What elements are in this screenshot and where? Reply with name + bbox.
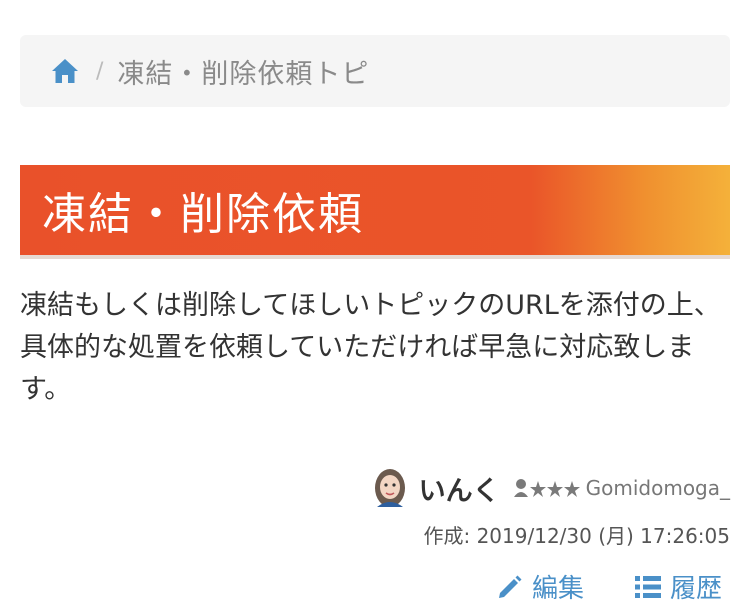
home-icon[interactable] — [50, 56, 80, 86]
edit-button[interactable]: 編集 — [496, 568, 584, 605]
topic-page: / 凍結・削除依頼トピ 凍結・削除依頼 凍結もしくは削除してほしいトピックのUR… — [0, 0, 750, 616]
author-info: いんく Gomidomoga_ — [371, 466, 730, 510]
edit-label: 編集 — [531, 574, 584, 604]
history-button[interactable]: 履歴 — [634, 568, 722, 605]
breadcrumb-current: 凍結・削除依頼トピ — [117, 58, 370, 90]
history-label: 履歴 — [669, 574, 722, 604]
topic-actions: 編集 履歴 — [496, 568, 722, 605]
page-title: 凍結・削除依頼 — [42, 189, 364, 240]
title-bar: 凍結・削除依頼 — [20, 165, 730, 255]
user-id: Gomidomoga_ — [585, 476, 730, 500]
user-rank-icon — [512, 477, 580, 499]
pencil-icon — [498, 575, 522, 598]
breadcrumb-separator: / — [96, 58, 104, 84]
breadcrumb: / 凍結・削除依頼トピ — [20, 35, 730, 107]
avatar[interactable] — [371, 467, 409, 509]
created-timestamp: 作成: 2019/12/30 (月) 17:26:05 — [423, 524, 730, 548]
topic-description: 凍結もしくは削除してほしいトピックのURLを添付の上、具体的な処置を依頼していた… — [20, 290, 721, 405]
title-divider — [20, 255, 730, 259]
author-name[interactable]: いんく — [419, 469, 500, 508]
list-icon — [634, 575, 661, 598]
